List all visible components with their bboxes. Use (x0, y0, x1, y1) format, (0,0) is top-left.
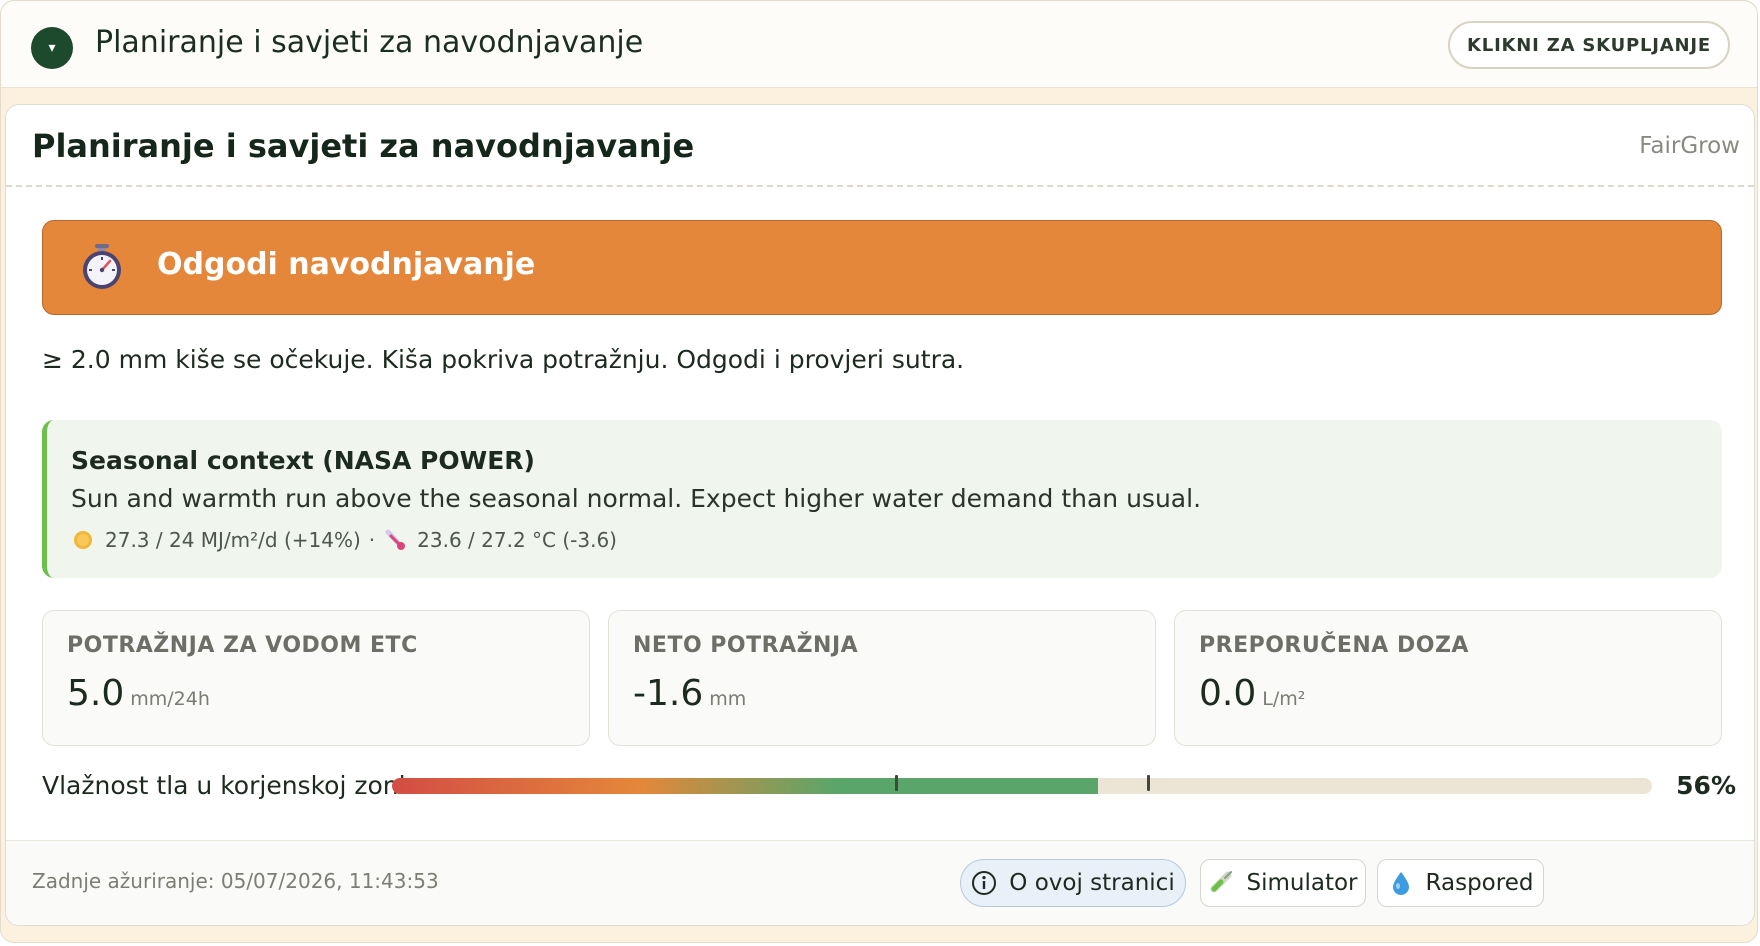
card-footer: Zadnje ažuriranje: 05/07/2026, 11:43:53 … (6, 840, 1754, 925)
metric-label: NETO POTRAŽNJA (633, 633, 859, 658)
schedule-button[interactable]: Raspored (1377, 859, 1544, 907)
metric-label: POTRAŽNJA ZA VODOM ETC (67, 633, 418, 658)
about-page-label: O ovoj stranici (1009, 870, 1175, 896)
stat-separator: · (368, 528, 376, 552)
temperature-stat: 23.6 / 27.2 °C (-3.6) (417, 528, 617, 552)
soil-moisture-label: Vlažnost tla u korjenskoj zoni (42, 771, 406, 800)
about-page-button[interactable]: O ovoj stranici (960, 859, 1186, 907)
info-icon (971, 870, 997, 896)
seasonal-context-box: Seasonal context (NASA POWER) Sun and wa… (42, 420, 1722, 578)
seasonal-text: Sun and warmth run above the seasonal no… (71, 484, 1202, 513)
metric-card-recommended-dose: PREPORUČENA DOZA 0.0 L/m² (1174, 610, 1722, 746)
recommendation-message: ≥ 2.0 mm kiše se očekuje. Kiša pokriva p… (42, 345, 965, 374)
metric-value: 0.0 L/m² (1199, 673, 1305, 714)
panel-header-title: Planiranje i savjeti za navodnjavanje (95, 25, 644, 60)
collapse-button[interactable]: KLIKNI ZA SKUPLJANJE (1448, 21, 1730, 69)
simulator-button[interactable]: Simulator (1200, 859, 1366, 907)
seasonal-title: Seasonal context (NASA POWER) (71, 446, 535, 475)
panel-header-bar[interactable]: ▾ Planiranje i savjeti za navodnjavanje … (1, 1, 1757, 88)
card-title: Planiranje i savjeti za navodnjavanje (32, 127, 695, 165)
card-header: Planiranje i savjeti za navodnjavanje Fa… (6, 105, 1754, 187)
last-updated: Zadnje ažuriranje: 05/07/2026, 11:43:53 (32, 869, 439, 893)
collapse-toggle-icon[interactable]: ▾ (31, 27, 73, 69)
solar-stat: 27.3 / 24 MJ/m²/d (+14%) (105, 528, 361, 552)
metric-unit: mm/24h (130, 688, 210, 710)
test-tube-icon (1208, 870, 1234, 896)
metric-card-etc: POTRAŽNJA ZA VODOM ETC 5.0 mm/24h (42, 610, 590, 746)
soil-moisture-percent: 56% (1676, 771, 1736, 800)
recommendation-title: Odgodi navodnjavanje (157, 247, 536, 282)
metric-value: -1.6 mm (633, 673, 746, 714)
metric-number: 0.0 (1199, 673, 1257, 714)
soil-moisture-threshold-marker (895, 775, 898, 791)
brand-label: FairGrow (1639, 133, 1740, 159)
metric-number: -1.6 (633, 673, 704, 714)
stopwatch-icon (79, 243, 125, 291)
seasonal-stats: 27.3 / 24 MJ/m²/d (+14%) · 23.6 / 27.2 °… (71, 528, 617, 552)
metric-number: 5.0 (67, 673, 125, 714)
water-drop-icon (1388, 870, 1414, 896)
sun-icon (71, 528, 95, 552)
soil-moisture-fill (392, 778, 1098, 794)
metric-value: 5.0 mm/24h (67, 673, 210, 714)
metric-card-net-demand: NETO POTRAŽNJA -1.6 mm (608, 610, 1156, 746)
soil-moisture-threshold-marker (1147, 775, 1150, 791)
soil-moisture-bar (392, 775, 1652, 794)
irrigation-panel: ▾ Planiranje i savjeti za navodnjavanje … (0, 0, 1758, 943)
recommendation-banner: Odgodi navodnjavanje (42, 220, 1722, 315)
irrigation-card: Planiranje i savjeti za navodnjavanje Fa… (5, 104, 1755, 926)
simulator-label: Simulator (1246, 870, 1358, 896)
schedule-label: Raspored (1425, 870, 1534, 896)
thermometer-icon (383, 528, 407, 552)
metric-unit: L/m² (1262, 688, 1306, 710)
metric-label: PREPORUČENA DOZA (1199, 633, 1469, 658)
metric-unit: mm (709, 688, 747, 710)
